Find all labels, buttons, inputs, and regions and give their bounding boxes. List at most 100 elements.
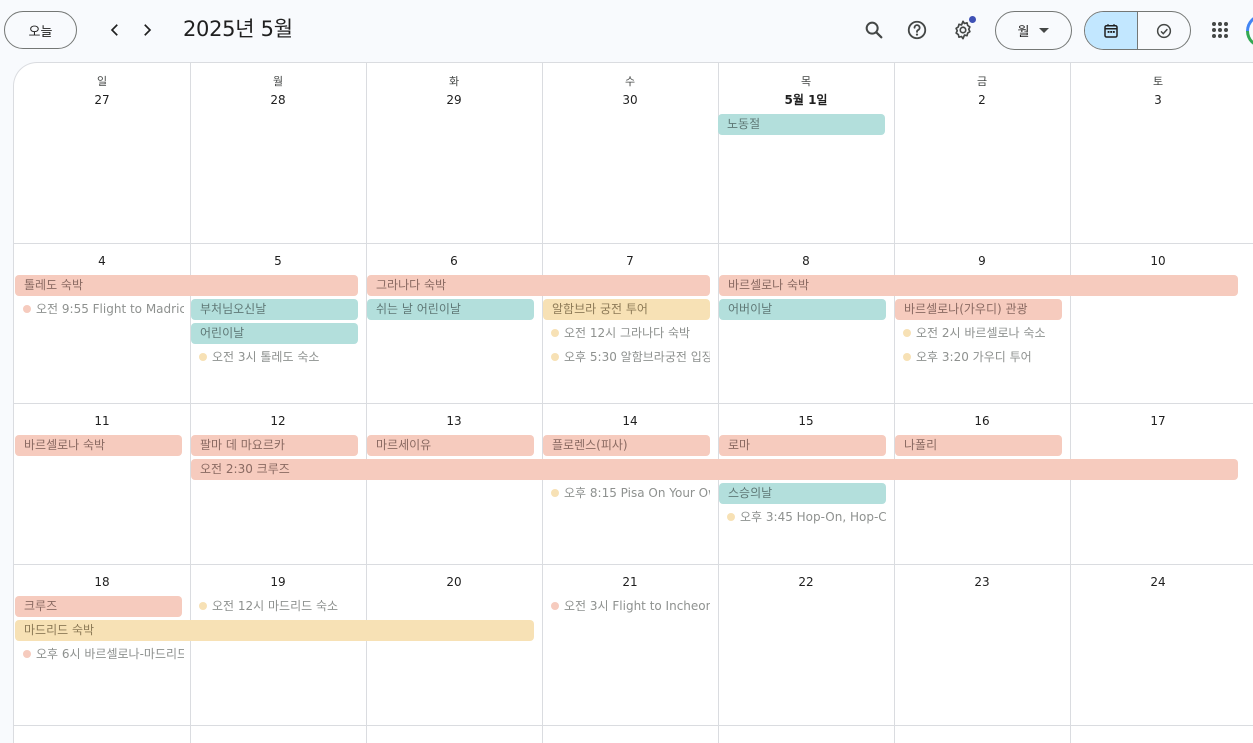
day-number[interactable]: 24 xyxy=(1070,574,1246,590)
timed-event[interactable]: 오후 3:45 Hop-On, Hop-C xyxy=(718,507,886,527)
event-dot xyxy=(903,329,911,337)
day-number[interactable]: 6 xyxy=(366,253,542,269)
notification-dot xyxy=(969,16,976,23)
event-dot xyxy=(23,650,31,658)
timed-event[interactable]: 오후 3:20 가우디 투어 xyxy=(894,347,1062,367)
event-chip[interactable]: 어버이날 xyxy=(719,299,886,320)
event-chip[interactable]: 팔마 데 마요르카 xyxy=(191,435,358,456)
day-number[interactable]: 14 xyxy=(542,413,718,429)
event-title: 오후 6시 바르셀로나-마드리드 xyxy=(36,647,184,661)
weekday-label: 토 xyxy=(1152,75,1164,88)
event-title: 오전 12시 그라나다 숙박 xyxy=(564,326,691,340)
weekday-label: 월 xyxy=(272,75,284,88)
event-dot xyxy=(903,353,911,361)
day-number[interactable]: 2 xyxy=(894,92,1070,108)
weekday-label: 금 xyxy=(976,75,988,88)
day-number[interactable]: 28 xyxy=(190,92,366,108)
event-chip[interactable]: 바르셀로나 숙박 xyxy=(719,275,1238,296)
event-title: 오전 3시 Flight to Incheon xyxy=(564,599,710,613)
timed-event[interactable]: 오전 3시 Flight to Incheon xyxy=(542,596,710,616)
event-chip[interactable]: 그라나다 숙박 xyxy=(367,275,710,296)
caret-down-icon xyxy=(1039,27,1050,33)
search-button[interactable] xyxy=(858,14,890,46)
timed-event[interactable]: 오후 5:30 알함브라궁전 입장 xyxy=(542,347,710,367)
next-month-button[interactable] xyxy=(132,15,162,45)
event-chip[interactable]: 바르셀로나(가우디) 관광 xyxy=(895,299,1062,320)
today-button[interactable]: 오늘 xyxy=(4,11,77,49)
timed-event[interactable]: 오전 12시 마드리드 숙소 xyxy=(190,596,358,616)
event-chip[interactable]: 알함브라 궁전 투어 xyxy=(543,299,710,320)
event-chip[interactable]: 플로렌스(피사) xyxy=(543,435,710,456)
timed-event[interactable]: 오후 8:15 Pisa On Your Ow xyxy=(542,483,710,503)
apps-grid-icon xyxy=(1212,22,1228,38)
day-number[interactable]: 22 xyxy=(718,574,894,590)
event-chip[interactable]: 마드리드 숙박 xyxy=(15,620,534,641)
day-number[interactable]: 27 xyxy=(14,92,190,108)
app-switch-toggle xyxy=(1084,11,1191,50)
event-dot xyxy=(551,329,559,337)
day-number[interactable]: 5 xyxy=(190,253,366,269)
google-apps-button[interactable] xyxy=(1205,15,1235,45)
settings-button[interactable] xyxy=(947,14,979,46)
grid-line xyxy=(14,243,1253,244)
day-number[interactable]: 13 xyxy=(366,413,542,429)
weekday-label: 일 xyxy=(96,75,108,88)
event-title: 오전 2시 바르셀로나 숙소 xyxy=(916,326,1046,340)
event-chip[interactable]: 쉬는 날 어린이날 xyxy=(367,299,534,320)
event-chip[interactable]: 스승의날 xyxy=(719,483,886,504)
day-number[interactable]: 18 xyxy=(14,574,190,590)
event-dot xyxy=(199,353,207,361)
event-dot xyxy=(551,489,559,497)
calendar-view-button[interactable] xyxy=(1085,12,1138,49)
day-number[interactable]: 20 xyxy=(366,574,542,590)
account-avatar[interactable] xyxy=(1246,14,1253,48)
day-number[interactable]: 30 xyxy=(542,92,718,108)
previous-month-button[interactable] xyxy=(100,15,130,45)
day-number[interactable]: 17 xyxy=(1070,413,1246,429)
timed-event[interactable]: 오후 6시 바르셀로나-마드리드 xyxy=(14,644,184,664)
event-title: 오후 3:20 가우디 투어 xyxy=(916,350,1032,364)
search-icon xyxy=(865,21,883,39)
day-number[interactable]: 8 xyxy=(718,253,894,269)
grid-line xyxy=(14,564,1253,565)
event-chip[interactable]: 로마 xyxy=(719,435,886,456)
event-chip[interactable]: 오전 2:30 크루즈 xyxy=(191,459,1238,480)
day-number[interactable]: 19 xyxy=(190,574,366,590)
day-number[interactable]: 7 xyxy=(542,253,718,269)
day-number[interactable]: 4 xyxy=(14,253,190,269)
event-title: 오전 9:55 Flight to Madric xyxy=(36,302,184,316)
day-number[interactable]: 23 xyxy=(894,574,1070,590)
day-number[interactable]: 12 xyxy=(190,413,366,429)
event-chip[interactable]: 크루즈 xyxy=(15,596,182,617)
event-dot xyxy=(23,305,31,313)
event-chip[interactable]: 톨레도 숙박 xyxy=(15,275,358,296)
timed-event[interactable]: 오전 3시 톨레도 숙소 xyxy=(190,347,358,367)
page-title: 2025년 5월 xyxy=(183,17,293,41)
day-number[interactable]: 16 xyxy=(894,413,1070,429)
event-dot xyxy=(199,602,207,610)
day-number[interactable]: 10 xyxy=(1070,253,1246,269)
weekday-label: 목 xyxy=(800,75,812,88)
tasks-view-button[interactable] xyxy=(1138,12,1190,49)
view-select[interactable]: 월 xyxy=(995,11,1072,50)
event-chip[interactable]: 바르셀로나 숙박 xyxy=(15,435,182,456)
calendar-icon xyxy=(1104,23,1118,38)
event-chip[interactable]: 어린이날 xyxy=(191,323,358,344)
event-chip[interactable]: 마르세이유 xyxy=(367,435,534,456)
timed-event[interactable]: 오전 2시 바르셀로나 숙소 xyxy=(894,323,1062,343)
event-title: 오후 3:45 Hop-On, Hop-C xyxy=(740,510,886,524)
timed-event[interactable]: 오전 12시 그라나다 숙박 xyxy=(542,323,710,343)
event-chip[interactable]: 노동절 xyxy=(718,114,885,135)
event-chip[interactable]: 부처님오신날 xyxy=(191,299,358,320)
day-number[interactable]: 5월 1일 xyxy=(718,92,894,108)
event-chip[interactable]: 나폴리 xyxy=(895,435,1062,456)
day-number[interactable]: 9 xyxy=(894,253,1070,269)
day-number[interactable]: 15 xyxy=(718,413,894,429)
help-button[interactable] xyxy=(901,14,933,46)
timed-event[interactable]: 오전 9:55 Flight to Madric xyxy=(14,299,184,319)
weekday-label: 수 xyxy=(624,75,636,88)
day-number[interactable]: 3 xyxy=(1070,92,1246,108)
day-number[interactable]: 29 xyxy=(366,92,542,108)
day-number[interactable]: 21 xyxy=(542,574,718,590)
day-number[interactable]: 11 xyxy=(14,413,190,429)
